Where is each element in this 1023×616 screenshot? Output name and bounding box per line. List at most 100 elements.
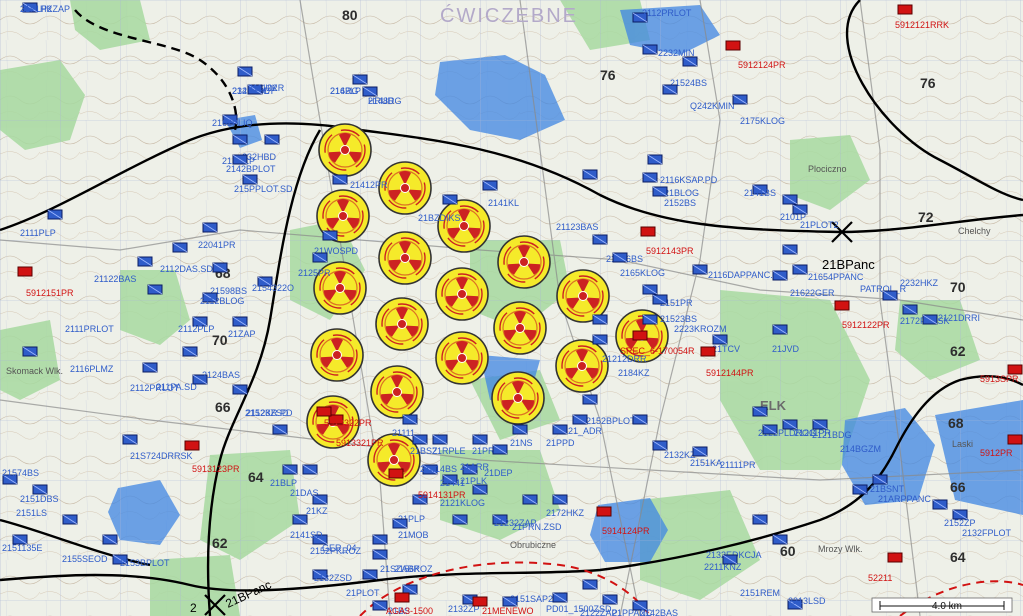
map-canvas[interactable]: ĆWICZEBNE 80 76 72 70 68 66 64 62 60 68 … — [0, 0, 1023, 616]
chemical-hazard-icon[interactable] — [491, 371, 545, 425]
chemical-hazard-icon[interactable] — [555, 339, 609, 393]
chemical-hazard-icon[interactable] — [437, 199, 491, 253]
enemy-unit-icon — [472, 596, 488, 607]
friendly-unit-label: 2152BPLOT — [586, 416, 636, 426]
grid-label: 72 — [918, 209, 934, 225]
grid-label: 60 — [780, 543, 796, 559]
friendly-unit-label: 2151135E — [2, 543, 42, 553]
friendly-unit-label: 2132FPLOT — [962, 528, 1012, 538]
enemy-unit-icon — [897, 4, 913, 15]
grid-label: 64 — [950, 549, 966, 565]
chemical-hazard-icon[interactable] — [493, 301, 547, 355]
friendly-unit-label: 2165KLOG — [620, 268, 665, 278]
friendly-unit-label: 215PPLOT.SD — [234, 184, 293, 194]
friendly-unit[interactable]: 21112KR — [247, 83, 285, 95]
friendly-unit-label: 2175KLOG — [740, 116, 785, 126]
friendly-unit-label: 2112BLOG — [200, 296, 244, 306]
grid-label: 62 — [950, 343, 966, 359]
enemy-unit-icon — [640, 226, 656, 237]
tactical-map[interactable]: ĆWICZEBNE 80 76 72 70 68 66 64 62 60 68 … — [0, 0, 1023, 616]
grid-label: 76 — [600, 67, 616, 83]
friendly-unit-label: 21RPLE — [432, 446, 466, 456]
friendly-unit[interactable]: 2121DRRI — [922, 313, 980, 325]
boundary-label: 2 — [190, 601, 197, 615]
enemy-unit-label: 5912143PR — [646, 246, 694, 256]
friendly-unit-label: 2142BAS — [640, 608, 678, 616]
friendly-unit-label: 21ARPPANC — [878, 494, 931, 504]
friendly-unit-label: 21BLOG — [664, 188, 699, 198]
chemical-hazard-icon[interactable] — [435, 267, 489, 321]
boundary-label: 21BPanc — [822, 257, 875, 272]
friendly-unit-label: 2121BDG — [812, 430, 852, 440]
friendly-unit-label: 21NS — [510, 438, 533, 448]
friendly-unit-label: 21BSNT — [870, 484, 905, 494]
friendly-unit-label: 2111PLP — [20, 228, 56, 238]
friendly-unit-label: 21BLP — [270, 478, 297, 488]
friendly-unit-label: 2116PLMZ — [70, 364, 114, 374]
enemy-unit-icon — [17, 266, 33, 277]
enemy-unit-label: AGA3-1500 — [386, 606, 433, 616]
friendly-unit-label: 2154322O — [252, 283, 294, 293]
friendly-unit-label: 21PLOT — [346, 588, 380, 598]
enemy-unit-label: 5914124PR — [602, 526, 650, 536]
town-label: Chelchy — [958, 226, 991, 236]
grid-label: 80 — [342, 7, 358, 23]
friendly-unit-label: 21PLP2 — [20, 4, 52, 14]
friendly-unit-label: 211PA.SD — [156, 382, 197, 392]
friendly-unit-label: 22041PR — [198, 240, 236, 250]
grid-label: 66 — [215, 399, 231, 415]
friendly-unit-label: 2223KROZM — [674, 324, 727, 334]
friendly-unit[interactable]: 21PLP2 — [20, 2, 52, 14]
enemy-unit-label: 5912124PR — [738, 60, 786, 70]
enemy-unit-label: 5913322PR — [324, 418, 372, 428]
friendly-unit[interactable]: 21414BS — [420, 464, 457, 475]
grid-label: 62 — [212, 535, 228, 551]
friendly-unit-label: 2125PR — [298, 268, 331, 278]
friendly-unit-label: 2112DAS.SD — [160, 264, 213, 274]
friendly-unit-label: 21111 — [392, 428, 415, 438]
enemy-unit-icon — [700, 346, 716, 357]
chemical-hazard-icon[interactable] — [435, 331, 489, 385]
scale-bar: 4.0 km — [871, 597, 1013, 613]
friendly-unit-label: 21523BS — [660, 314, 697, 324]
chemical-hazard-icon[interactable] — [370, 365, 424, 419]
chemical-hazard-icon[interactable] — [375, 297, 429, 351]
enemy-unit-label: 5912121RRK — [895, 20, 949, 30]
enemy-unit-label: 5913321PR — [336, 438, 384, 448]
enemy-unit-label: 5912151PR — [26, 288, 74, 298]
friendly-unit-label: 2142BPLOT — [226, 164, 276, 174]
enemy-unit-label: 5913123PR — [192, 464, 240, 474]
enemy-unit-icon — [887, 552, 903, 563]
friendly-unit-label: 214BGZM — [840, 444, 881, 454]
friendly-unit-label: 21412PR — [350, 180, 388, 190]
friendly-unit-label: 2132ZSD — [314, 573, 353, 583]
friendly-unit-label: 21122BAS — [94, 274, 136, 284]
friendly-unit-label: 2112PLP — [178, 324, 214, 334]
grid-label: 70 — [950, 279, 966, 295]
enemy-unit-icon — [834, 300, 850, 311]
friendly-unit-label: 2155SEOD — [62, 554, 108, 564]
friendly-unit-label: 21ZAP — [228, 329, 256, 339]
enemy-unit-label: 21MENEWO — [482, 606, 534, 616]
chemical-hazard-icon[interactable] — [310, 328, 364, 382]
friendly-unit-label: 2153BPLOT — [120, 558, 170, 568]
enemy-unit-icon — [316, 406, 332, 417]
chemical-hazard-icon[interactable] — [497, 235, 551, 289]
friendly-unit-label: 21123BAS — [556, 222, 598, 232]
grid-label: 76 — [920, 75, 936, 91]
friendly-unit-label: 2151SAP2 — [510, 594, 553, 604]
friendly-unit-label: 21PPD — [546, 438, 575, 448]
friendly-unit-label: 2116KSAP.PD — [660, 175, 718, 185]
chemical-hazard-icon[interactable] — [318, 123, 372, 177]
chemical-hazard-icon[interactable] — [556, 269, 610, 323]
friendly-unit-label: 21441 — [440, 478, 465, 488]
friendly-unit-label: 2152PKROZ — [310, 546, 362, 556]
friendly-unit-label: 21PRN.ZSD — [512, 522, 562, 532]
friendly-unit-label: 21123ZSD — [246, 408, 289, 418]
town-label: Mrozy Wlk. — [818, 544, 863, 554]
friendly-unit-label: 21622GER — [790, 288, 835, 298]
enemy-unit-label: 52211 — [868, 573, 892, 583]
friendly-unit-label: 21112KR — [248, 83, 285, 93]
town-label: Plociczno — [808, 164, 847, 174]
chemical-hazard-icon[interactable] — [378, 231, 432, 285]
